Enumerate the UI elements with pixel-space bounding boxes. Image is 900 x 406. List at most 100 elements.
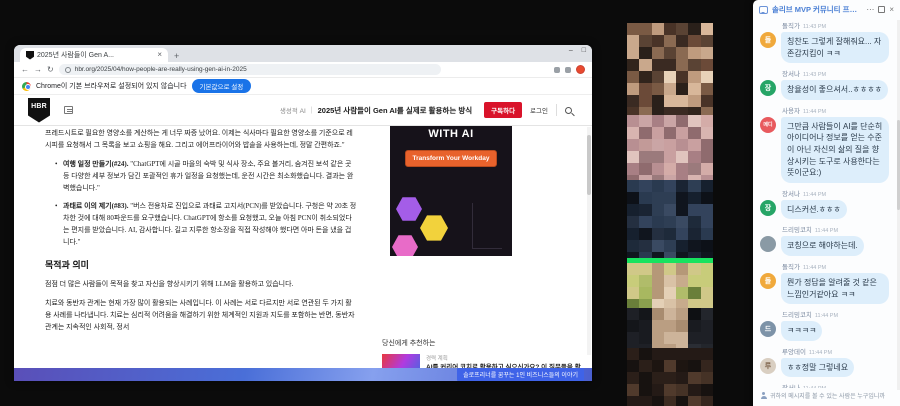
- notice-text: Chrome이 기본 브라우저로 설정되어 있지 않습니다: [36, 83, 187, 90]
- chat-message: 드리밍코치 11:44 PM 코칭으로 해야하는데.: [760, 224, 893, 256]
- ad-hexagon-yellow: [420, 215, 448, 241]
- forward-icon[interactable]: →: [34, 65, 42, 74]
- article-paragraph: 치료와 동반자 관계는 현재 가장 많이 활용되는 사례입니다. 이 사례는 서…: [45, 299, 355, 331]
- default-browser-notice: Chrome이 기본 브라우저로 설정되어 있지 않습니다 기본값으로 설정: [14, 78, 592, 95]
- sender-name: 드리밍코치: [782, 312, 812, 320]
- participant-video-4[interactable]: [627, 263, 713, 308]
- avatar: [760, 236, 776, 253]
- bottom-ad-banner[interactable]: 솔로프리너를 꿈꾸는 1인 비즈니스들의 이야기: [14, 368, 592, 381]
- participant-video-3[interactable]: [627, 180, 713, 258]
- site-header: HBR 생성적 AI | 2025년 사람들이 Gen AI를 실제로 활용하는…: [14, 95, 592, 126]
- article-bullet-list: 여행 일정 만들기(#24). "ChatGPT에 시골 마을의 숙박 및 식사…: [55, 159, 357, 249]
- extensions-icon[interactable]: [565, 66, 571, 73]
- chat-message-list[interactable]: 돌직가 11:43 PM 돌 칭찬도 그렇게 잘해줘요... 자존감지킴이 ㅋㅋ …: [753, 18, 900, 388]
- sender-name: 돌직가: [782, 263, 800, 271]
- participant-video-1[interactable]: [627, 23, 713, 115]
- message-bubble: 코칭으로 해야하는데.: [781, 236, 864, 256]
- profile-avatar[interactable]: [576, 65, 585, 74]
- site-info-icon[interactable]: [64, 66, 71, 73]
- avatar: 드: [760, 321, 776, 338]
- message-bubble: 디스커션.ㅎㅎㅎ: [781, 199, 847, 220]
- new-tab-button[interactable]: +: [174, 51, 179, 62]
- chat-privacy-note: 귀하의 메시지를 볼 수 있는 사람은 누구입니까: [753, 388, 900, 406]
- message-time: 11:44 PM: [814, 228, 839, 235]
- message-bubble: 창율성이 좋으셔서..ㅎㅎㅎㅎ: [781, 80, 888, 100]
- search-icon[interactable]: [565, 106, 572, 114]
- chat-bubble-icon: [759, 5, 768, 14]
- screen: 2025년 사람들이 Gen A... × + – □ ← → ↻ hbr.or…: [0, 0, 900, 406]
- sender-name: 루앙데이: [782, 348, 806, 356]
- section-heading: 목적과 의미: [45, 260, 89, 271]
- ad-circuit-decoration: [472, 203, 502, 249]
- browser-tab[interactable]: 2025년 사람들이 Gen A... ×: [20, 48, 168, 62]
- chat-message: 드리밍코치 11:44 PM 드 ㅋㅋㅋㅋ: [760, 309, 893, 341]
- set-default-button[interactable]: 기본값으로 설정: [191, 79, 252, 93]
- browser-toolbar: ← → ↻ hbr.org/2025/04/how-people-are-rea…: [14, 62, 592, 78]
- avatar: 돌: [760, 272, 776, 289]
- message-bubble: 뭔가 정답을 알려줄 것 같은 느낌인거같아요 ㅋㅋ: [781, 272, 889, 305]
- window-maximize-button[interactable]: □: [582, 47, 586, 54]
- message-bubble: ㅋㅋㅋㅋ: [781, 321, 823, 341]
- avatar: 루: [760, 357, 776, 374]
- chat-panel: 솔리브 MVP 커뮤니티 프리... ⋯ × 돌직가 11:43 PM 돌 칭찬도…: [753, 0, 900, 406]
- chat-more-icon[interactable]: ⋯: [866, 5, 874, 14]
- participant-video-5[interactable]: [627, 308, 713, 348]
- article-body: 프레드시트로 필요한 영양소를 계산하는 게 너무 짜증 났어요. 이제는 식사…: [45, 128, 357, 341]
- menu-icon[interactable]: [64, 106, 73, 114]
- message-bubble: 그만큼 사람들이 AI를 단순히 아이디어나 정보를 얻는 수준이 아닌 자신의…: [781, 116, 889, 183]
- participant-video-2[interactable]: [627, 115, 713, 180]
- message-time: 11:44 PM: [802, 264, 827, 271]
- chat-header: 솔리브 MVP 커뮤니티 프리... ⋯ ×: [753, 0, 900, 18]
- bottom-ad-label[interactable]: 솔로프리너를 꿈꾸는 1인 비즈니스들의 이야기: [457, 368, 584, 381]
- participant-video-6[interactable]: [627, 348, 713, 406]
- page-title: 2025년 사람들이 Gen AI를 실제로 활용하는 방식: [317, 105, 473, 115]
- ad-headline: WITH AI: [428, 128, 474, 140]
- message-time: 11:43 PM: [802, 72, 827, 79]
- message-time: 11:44 PM: [814, 313, 839, 320]
- chat-message: 장서나 11:43 PM 장 창율성이 좋으셔서..ㅎㅎㅎㅎ: [760, 68, 893, 100]
- tab-close-icon[interactable]: ×: [157, 51, 162, 59]
- recommended-heading: 당신에게 추천하는: [382, 340, 436, 347]
- article-paragraph: 프레드시트로 필요한 영양소를 계산하는 게 너무 짜증 났어요. 이제는 식사…: [45, 129, 353, 149]
- avatar: 장: [760, 199, 776, 216]
- ad-cta-button[interactable]: Transform Your Workday: [404, 150, 498, 167]
- avatar: 메디: [760, 116, 776, 133]
- sender-name: 장서나: [782, 71, 800, 79]
- header-divider: [556, 104, 557, 116]
- address-bar[interactable]: hbr.org/2025/04/how-people-are-really-us…: [58, 64, 441, 75]
- page-scrollbar-thumb[interactable]: [587, 135, 591, 195]
- participant-video-strip: [627, 23, 713, 406]
- ai-ad-banner[interactable]: FUTURE PROOF WITH AI Transform Your Work…: [390, 108, 512, 256]
- recommended-rail: 당신에게 추천하는 경력 계획 AI를 커리어 코치로 활용하고 싶으신가요? …: [382, 338, 582, 368]
- article-category[interactable]: 생성적 AI: [280, 105, 306, 115]
- chat-message: 장서나 11:44 PM 장 디스커션.ㅎㅎㅎ: [760, 188, 893, 220]
- message-time: 11:44 PM: [808, 349, 833, 356]
- sender-name: 장서나: [782, 385, 800, 388]
- bullet-travel-itinerary: 여행 일정 만들기(#24). "ChatGPT에 시골 마을의 숙박 및 식사…: [55, 159, 357, 195]
- login-link[interactable]: 로그인: [530, 105, 548, 115]
- tab-title: 2025년 사람들이 Gen A...: [37, 52, 114, 59]
- reload-icon[interactable]: ↻: [47, 65, 54, 74]
- chat-message: 돌직가 11:44 PM 돌 뭔가 정답을 알려줄 것 같은 느낌인거같아요 ㅋㅋ: [760, 261, 893, 305]
- article-paragraph: 점점 더 많은 사람들이 목적을 찾고 자신을 향상시키기 위해 LLM을 활용…: [45, 280, 294, 289]
- ad-hexagon-pink: [392, 235, 418, 256]
- avatar: 장: [760, 80, 776, 97]
- chat-title: 솔리브 MVP 커뮤니티 프리...: [772, 5, 863, 14]
- message-bubble: 칭찬도 그렇게 잘해줘요... 자존감지킴이 ㅋㅋ: [781, 32, 889, 64]
- window-minimize-button[interactable]: –: [569, 47, 573, 54]
- chrome-icon: [22, 81, 31, 91]
- chat-message: 루앙데이 11:44 PM 루 ㅎㅎ정말 그렇네요: [760, 346, 893, 378]
- sender-name: 사용자: [782, 107, 800, 115]
- hbr-logo[interactable]: HBR: [28, 97, 50, 123]
- avatar: 돌: [760, 32, 776, 48]
- back-icon[interactable]: ←: [21, 65, 29, 74]
- subscribe-button[interactable]: 구독하다: [484, 102, 523, 118]
- chat-popout-icon[interactable]: [878, 6, 886, 13]
- bookmark-icon[interactable]: [554, 66, 560, 73]
- recommended-item[interactable]: 경력 계획 AI를 커리어 코치로 활용하고 싶으신가요? 이 질문들을 활용해…: [382, 354, 582, 368]
- chat-close-icon[interactable]: ×: [889, 5, 894, 14]
- chat-message: 장서나11:44 PM 장 비밀 보장.: [760, 382, 893, 388]
- sender-name: 드리밍코치: [782, 227, 812, 235]
- message-bubble: ㅎㅎ정말 그렇네요: [781, 357, 855, 378]
- message-time: 11:43 PM: [802, 24, 827, 30]
